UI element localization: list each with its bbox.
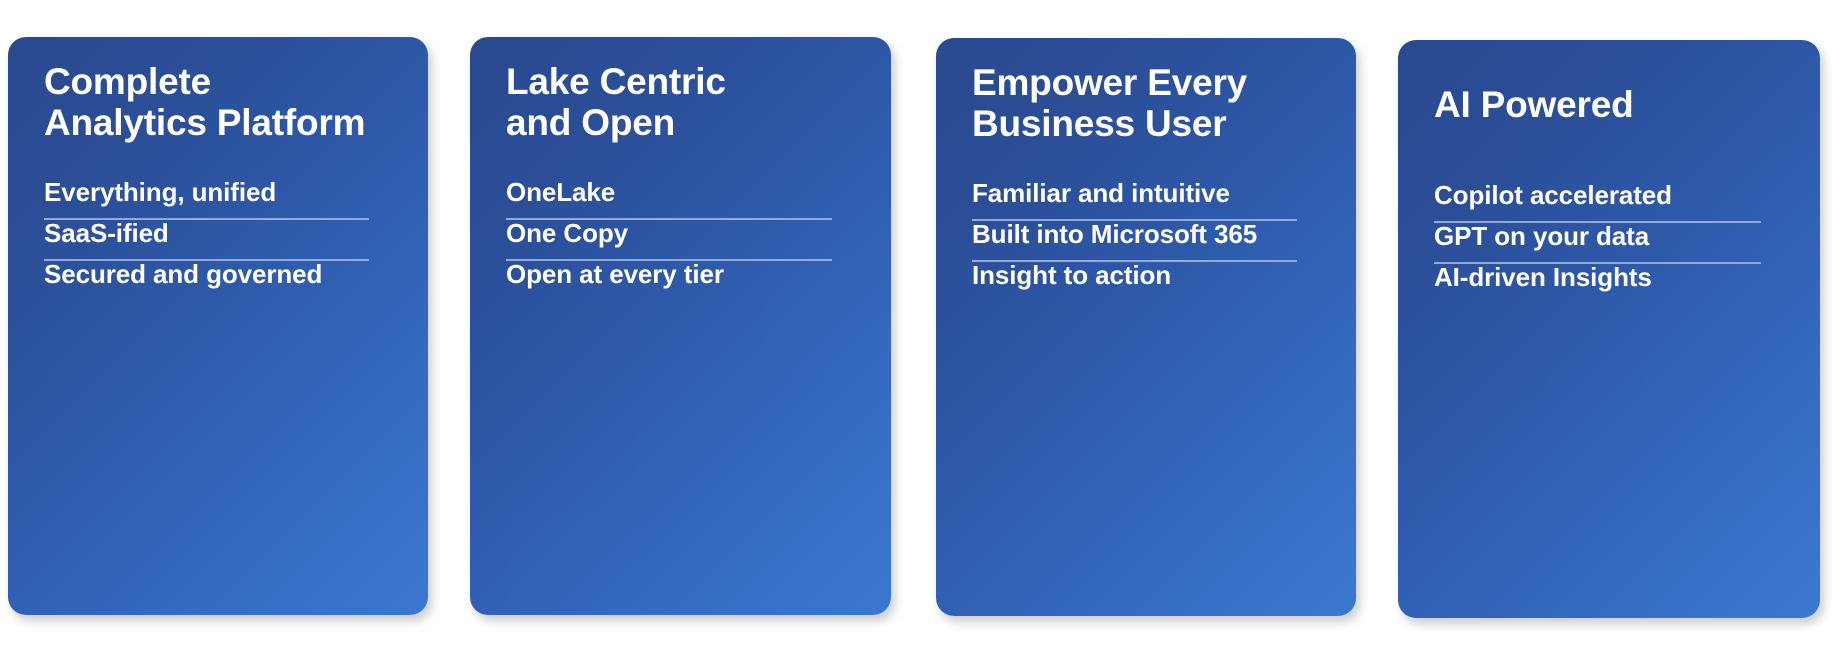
feature-item: Insight to action [972,260,1172,290]
card-content: Complete Analytics Platform Everything, … [8,37,428,615]
card-title: Complete Analytics Platform [44,61,366,144]
card-feature-list: Everything, unified SaaS-ified Secured a… [44,179,390,300]
feature-item: Everything, unified [44,177,277,207]
feature-card-ai-powered[interactable]: AI Powered Copilot accelerated GPT on yo… [1398,40,1820,618]
feature-card-empower-every-business-user[interactable]: Empower Every Business User Familiar and… [936,38,1356,616]
feature-card-complete-analytics-platform[interactable]: Complete Analytics Platform Everything, … [8,37,428,615]
feature-item: Open at every tier [506,259,724,289]
feature-item: Copilot accelerated [1434,180,1672,210]
feature-item: GPT on your data [1434,221,1650,251]
card-feature-list: Copilot accelerated GPT on your data AI-… [1434,182,1782,303]
feature-card-lake-centric-and-open[interactable]: Lake Centric and Open OneLake One Copy O… [470,37,891,615]
card-feature-list: OneLake One Copy Open at every tier [506,179,853,300]
feature-item: SaaS-ified [44,218,169,248]
card-title: Empower Every Business User [972,62,1248,145]
feature-item: OneLake [506,177,616,207]
feature-item: Secured and governed [44,259,323,289]
card-title: AI Powered [1434,84,1634,125]
card-content: Empower Every Business User Familiar and… [936,38,1356,616]
feature-cards-board: Complete Analytics Platform Everything, … [0,0,1840,646]
feature-item: One Copy [506,218,628,248]
feature-item: AI-driven Insights [1434,262,1652,292]
card-content: Lake Centric and Open OneLake One Copy O… [470,37,891,615]
card-title: Lake Centric and Open [506,61,726,144]
card-content: AI Powered Copilot accelerated GPT on yo… [1398,40,1820,618]
feature-item: Built into Microsoft 365 [972,219,1258,249]
feature-item: Familiar and intuitive [972,178,1230,208]
card-feature-list: Familiar and intuitive Built into Micros… [972,180,1318,301]
